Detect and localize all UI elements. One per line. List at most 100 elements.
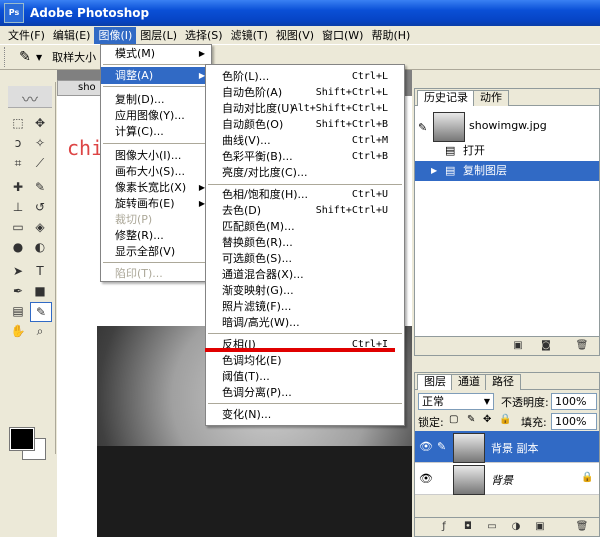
image-menu-duplicate[interactable]: 复制(D)...	[101, 91, 211, 108]
path-selection-tool-icon[interactable]: ➤	[8, 262, 28, 280]
layer-row-background-copy[interactable]: 👁 ✎ 背景 副本	[415, 431, 599, 463]
marquee-tool-icon[interactable]: ⬚	[8, 114, 28, 132]
history-state-icon: ▤	[445, 164, 456, 177]
tab-history[interactable]: 历史记录	[417, 90, 475, 106]
menu-window[interactable]: 窗口(W)	[318, 27, 367, 44]
adjust-equalize[interactable]: 色调均化(E)	[206, 353, 404, 369]
shape-tool-icon[interactable]: ■	[30, 282, 50, 300]
tab-actions[interactable]: 动作	[473, 90, 509, 106]
brush-tool-icon[interactable]: ✎	[30, 178, 50, 196]
adjust-photo-filter[interactable]: 照片滤镜(F)...	[206, 299, 404, 315]
foreground-color-swatch[interactable]	[9, 427, 35, 451]
menu-layer[interactable]: 图层(L)	[136, 27, 181, 44]
lock-position-icon[interactable]: ✥	[483, 414, 491, 425]
layer-row-background[interactable]: 👁 背景 🔒	[415, 463, 599, 495]
adjust-curves[interactable]: 曲线(V)... Ctrl+M	[206, 133, 404, 149]
crop-tool-icon[interactable]: ⌗	[8, 154, 28, 172]
fill-input[interactable]: 100%	[551, 413, 597, 430]
image-menu-pixel-aspect[interactable]: 像素长宽比(X) ▶	[101, 179, 211, 196]
adjustment-layer-icon[interactable]: ◑	[509, 520, 523, 534]
lock-image-icon[interactable]: ✎	[467, 414, 475, 425]
adjust-match-color[interactable]: 匹配颜色(M)...	[206, 219, 404, 235]
red-annotation-underline	[205, 348, 395, 352]
image-menu-image-size[interactable]: 图像大小(I)...	[101, 147, 211, 164]
tab-paths[interactable]: 路径	[485, 374, 521, 390]
menu-file[interactable]: 文件(F)	[4, 27, 49, 44]
adjust-levels[interactable]: 色阶(L)... Ctrl+L	[206, 69, 404, 85]
eraser-tool-icon[interactable]: ▭	[8, 218, 28, 236]
magic-wand-tool-icon[interactable]: ✧	[30, 134, 50, 152]
adjust-shadow-highlight[interactable]: 暗调/高光(W)...	[206, 315, 404, 331]
image-menu-trim[interactable]: 修整(R)...	[101, 227, 211, 244]
type-tool-icon[interactable]: T	[30, 262, 50, 280]
layer-mask-icon[interactable]: ◘	[461, 520, 475, 534]
dodge-tool-icon[interactable]: ◐	[30, 238, 50, 256]
menu-view[interactable]: 视图(V)	[272, 27, 318, 44]
layer-thumbnail	[453, 433, 485, 463]
tab-channels[interactable]: 通道	[451, 374, 487, 390]
adjust-color-balance[interactable]: 色彩平衡(B)... Ctrl+B	[206, 149, 404, 165]
layer-set-icon[interactable]: ▭	[485, 520, 499, 534]
adjust-desaturate[interactable]: 去色(D) Shift+Ctrl+U	[206, 203, 404, 219]
notes-tool-icon[interactable]: ▤	[8, 302, 28, 320]
menu-filter[interactable]: 滤镜(T)	[227, 27, 272, 44]
pen-tool-icon[interactable]: ✒	[8, 282, 28, 300]
tool-preset-chevron-icon[interactable]: ▼	[36, 53, 42, 62]
image-menu-adjust[interactable]: 调整(A) ▶	[101, 67, 211, 84]
healing-brush-tool-icon[interactable]: ✚	[8, 178, 28, 196]
image-menu-calculations[interactable]: 计算(C)...	[101, 123, 211, 140]
menu-help[interactable]: 帮助(H)	[367, 27, 414, 44]
lock-transparency-icon[interactable]: ▢	[449, 414, 458, 425]
history-brush-tool-icon[interactable]: ↺	[30, 198, 50, 216]
clone-stamp-tool-icon[interactable]: ⊥	[8, 198, 28, 216]
menu-edit[interactable]: 编辑(E)	[49, 27, 95, 44]
history-snapshot[interactable]: ✎ showimgw.jpg	[415, 109, 599, 143]
adjust-selective-color[interactable]: 可选颜色(S)...	[206, 251, 404, 267]
image-menu-apply-image[interactable]: 应用图像(Y)...	[101, 107, 211, 124]
adjust-gradient-map[interactable]: 渐变映射(G)...	[206, 283, 404, 299]
new-snapshot-icon[interactable]: ◙	[539, 339, 553, 353]
adjust-channel-mixer[interactable]: 通道混合器(X)...	[206, 267, 404, 283]
lock-all-icon[interactable]: 🔒	[499, 414, 511, 425]
new-document-from-state-icon[interactable]: ▣	[511, 339, 525, 353]
delete-state-icon[interactable]: 🗑	[575, 339, 589, 353]
adjust-auto-levels[interactable]: 自动色阶(A) Shift+Ctrl+L	[206, 85, 404, 101]
adjust-brightness-contrast[interactable]: 亮度/对比度(C)...	[206, 165, 404, 181]
move-tool-icon[interactable]: ✥	[30, 114, 50, 132]
adjust-hue-saturation[interactable]: 色相/饱和度(H)... Ctrl+U	[206, 187, 404, 203]
adjust-auto-color[interactable]: 自动颜色(O) Shift+Ctrl+B	[206, 117, 404, 133]
image-menu-mode[interactable]: 模式(M) ▶	[101, 45, 211, 62]
paint-bucket-tool-icon[interactable]: ◈	[30, 218, 50, 236]
menu-image[interactable]: 图像(I)	[94, 26, 137, 44]
image-menu-rotate-canvas[interactable]: 旋转画布(E) ▶	[101, 195, 211, 212]
slice-tool-icon[interactable]: ⟋	[30, 154, 50, 172]
adjust-replace-color[interactable]: 替换颜色(R)...	[206, 235, 404, 251]
adjust-threshold[interactable]: 阈值(T)...	[206, 369, 404, 385]
adjust-auto-contrast[interactable]: 自动对比度(U) Alt+Shift+Ctrl+L	[206, 101, 404, 117]
zoom-tool-icon[interactable]: ⌕	[30, 322, 50, 340]
image-menu-reveal-all[interactable]: 显示全部(V)	[101, 243, 211, 260]
adjust-posterize[interactable]: 色调分离(P)...	[206, 385, 404, 401]
history-panel-tabs: 历史记录 动作	[415, 89, 599, 106]
menu-select[interactable]: 选择(S)	[181, 27, 227, 44]
image-menu-canvas-size[interactable]: 画布大小(S)...	[101, 163, 211, 180]
new-layer-icon[interactable]: ▣	[533, 520, 547, 534]
history-state-duplicate-layer[interactable]: ▶ ▤ 复制图层	[415, 161, 599, 181]
lasso-tool-icon[interactable]: ↄ	[8, 134, 28, 152]
visibility-eye-icon[interactable]: 👁	[419, 472, 433, 486]
hand-tool-icon[interactable]: ✋	[8, 322, 28, 340]
menu-separator	[103, 143, 209, 144]
delete-layer-icon[interactable]: 🗑	[575, 520, 589, 534]
history-state-open[interactable]: ▤ 打开	[415, 141, 599, 161]
opacity-input[interactable]: 100%	[551, 393, 597, 410]
adjust-variations[interactable]: 变化(N)...	[206, 407, 404, 423]
blur-tool-icon[interactable]: ●	[8, 238, 28, 256]
chevron-down-icon: ▼	[483, 397, 490, 406]
layer-style-icon[interactable]: ƒ	[437, 520, 451, 534]
eyedropper-tool-icon[interactable]: ✎	[30, 302, 52, 322]
blend-mode-select[interactable]: 正常 ▼	[418, 393, 494, 410]
eyedropper-icon[interactable]: ✎	[14, 47, 36, 67]
tab-layers[interactable]: 图层	[417, 374, 453, 390]
toolbar-grip[interactable]	[4, 47, 8, 67]
visibility-eye-icon[interactable]: 👁	[419, 440, 433, 454]
